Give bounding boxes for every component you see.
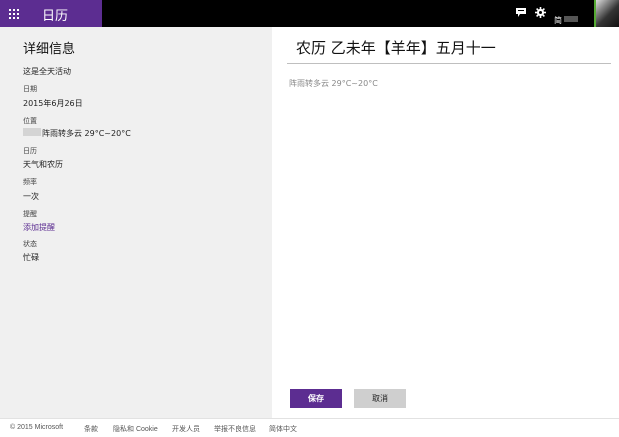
grid-icon	[9, 9, 19, 19]
add-reminder-link[interactable]: 添加提醒	[23, 222, 55, 233]
status-value[interactable]: 忙碌	[23, 252, 39, 263]
app-title: 日历	[42, 9, 69, 24]
event-title[interactable]: 农历 乙未年【羊年】五月十一	[296, 37, 496, 58]
privacy-link[interactable]: 隐私和 Cookie	[113, 424, 158, 434]
avatar[interactable]	[594, 0, 619, 27]
app-launcher-button[interactable]	[0, 0, 28, 27]
cancel-button[interactable]: 取消	[354, 389, 406, 408]
footer: © 2015 Microsoft 条款 隐私和 Cookie 开发人员 举报不良…	[0, 418, 619, 437]
top-bar: 日历 简	[0, 0, 619, 27]
report-abuse-link[interactable]: 举报不良信息	[214, 424, 256, 434]
date-value[interactable]: 2015年6月26日	[23, 98, 83, 109]
status-label: 状态	[23, 240, 37, 248]
user-account[interactable]: 简	[554, 8, 578, 25]
frequency-value[interactable]: 一次	[23, 191, 39, 202]
all-day-text[interactable]: 这是全天活动	[23, 66, 71, 77]
settings-icon[interactable]	[535, 7, 546, 18]
feedback-icon[interactable]	[516, 8, 526, 17]
copyright-text: © 2015 Microsoft	[10, 424, 64, 431]
calendar-value[interactable]: 天气和农历	[23, 159, 63, 170]
calendar-label: 日历	[23, 147, 37, 155]
save-button[interactable]: 保存	[290, 389, 342, 408]
details-heading: 详细信息	[23, 42, 76, 57]
reminder-label: 提醒	[23, 210, 37, 218]
location-value[interactable]: 阵雨转多云 29°C~20°C	[42, 128, 131, 139]
location-label: 位置	[23, 117, 37, 125]
terms-link[interactable]: 条款	[84, 424, 98, 434]
details-panel: 详细信息 这是全天活动 日期 2015年6月26日 位置 阵雨转多云 29°C~…	[0, 27, 272, 418]
redacted-name	[564, 15, 578, 22]
developers-link[interactable]: 开发人员	[172, 424, 200, 434]
language-link[interactable]: 简体中文	[269, 424, 297, 434]
user-name: 简	[554, 16, 562, 25]
frequency-label: 频率	[23, 178, 37, 186]
event-notes[interactable]: 阵雨转多云 29°C~20°C	[289, 78, 378, 89]
title-divider	[287, 63, 611, 64]
app-title-tile[interactable]: 日历	[28, 0, 102, 27]
date-label: 日期	[23, 85, 37, 93]
redacted-location	[23, 128, 41, 136]
